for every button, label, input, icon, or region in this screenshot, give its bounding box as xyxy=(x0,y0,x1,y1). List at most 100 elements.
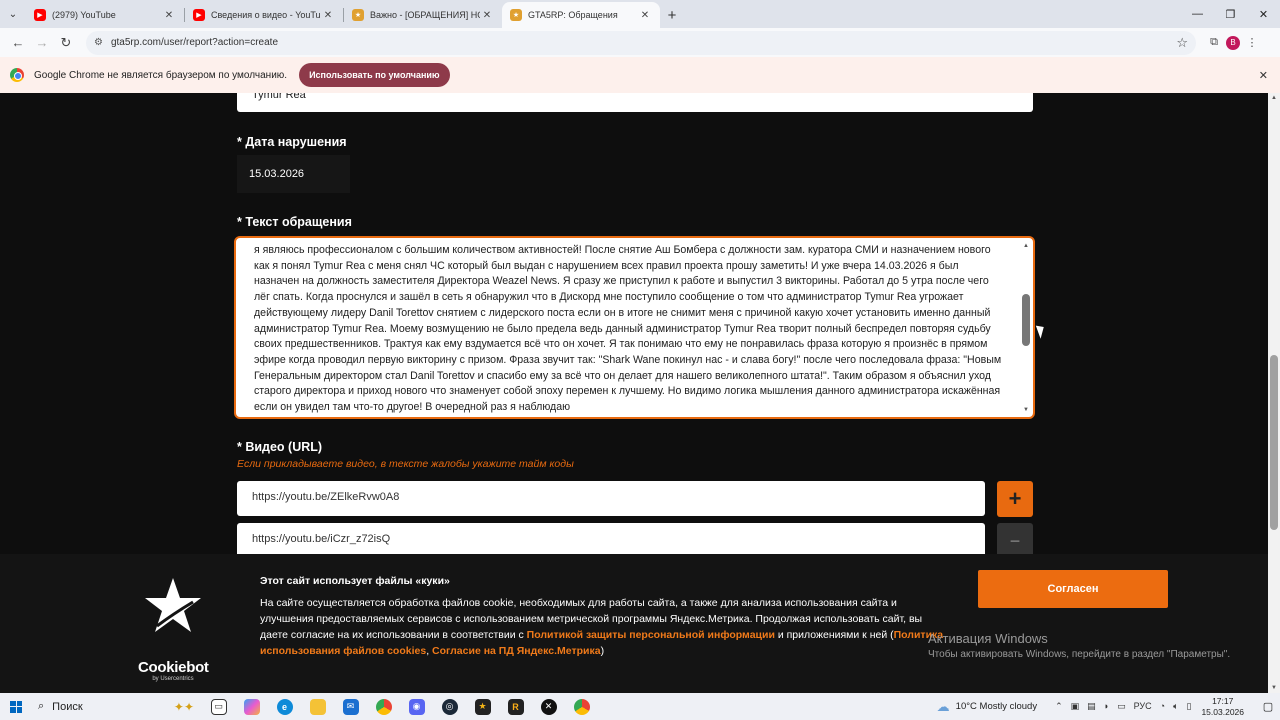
weather-text: 10°C Mostly cloudy xyxy=(955,701,1038,712)
date-label: * Дата нарушения xyxy=(237,135,347,149)
search-label: Поиск xyxy=(52,700,83,713)
chevron-up-icon[interactable]: ⌃ xyxy=(1055,701,1063,712)
star-favicon-icon: ★ xyxy=(510,9,522,21)
scroll-down-icon[interactable]: ▼ xyxy=(1022,406,1030,414)
profile-avatar[interactable]: B xyxy=(1226,35,1240,50)
mouse-cursor-icon xyxy=(1035,323,1048,339)
scroll-down-icon[interactable]: ▼ xyxy=(1268,683,1280,693)
page-scrollbar[interactable]: ▲ ▼ xyxy=(1268,93,1280,693)
discord-button[interactable]: ◉ xyxy=(400,693,433,720)
privacy-policy-link[interactable]: Политикой защиты персональной информации xyxy=(527,629,775,641)
minimize-icon[interactable]: — xyxy=(1181,0,1214,28)
scrollbar-thumb[interactable] xyxy=(1022,294,1030,346)
outlook-button[interactable]: ✉ xyxy=(334,693,367,720)
infobar-message: Google Chrome не является браузером по у… xyxy=(34,69,288,81)
report-text: я являюсь профессионалом с большим колич… xyxy=(254,244,1002,414)
capcut-icon: ✕ xyxy=(540,698,557,715)
language-indicator[interactable]: РУС xyxy=(1134,701,1152,712)
start-button[interactable] xyxy=(0,693,32,720)
cookiebot-name: Cookiebot xyxy=(138,659,209,676)
taskbar-search[interactable]: ⌕ Поиск ✦✦ xyxy=(32,696,202,718)
tab-gta5rp-reports[interactable]: ★ GTA5RP: Обращения ✕ xyxy=(502,2,660,28)
video-url-input[interactable]: https://youtu.be/ZElkeRvw0A8 xyxy=(237,481,985,516)
video-hint: Если прикладываете видео, в тексте жалоб… xyxy=(237,458,574,470)
close-window-icon[interactable]: ✕ xyxy=(1247,0,1280,28)
tray-app-icon[interactable]: ▣ xyxy=(1071,701,1080,712)
close-icon[interactable]: ✕ xyxy=(638,10,652,21)
report-textarea[interactable]: я являюсь профессионалом с большим колич… xyxy=(234,236,1035,419)
network-icon[interactable]: ▤ xyxy=(1087,701,1096,712)
power-icon[interactable]: ▯ xyxy=(1187,701,1192,712)
tab-title: (2979) YouTube xyxy=(52,10,116,20)
edge-button[interactable]: e xyxy=(268,693,301,720)
scrollbar-thumb[interactable] xyxy=(1270,355,1278,530)
explorer-button[interactable] xyxy=(301,693,334,720)
taskbar-clock[interactable]: 17:17 15.03.2026 xyxy=(1201,696,1244,718)
menu-kebab-icon[interactable]: ⋮ xyxy=(1240,31,1264,55)
capcut-button[interactable]: ✕ xyxy=(532,693,565,720)
folder-icon xyxy=(309,698,326,715)
steam-button[interactable]: ◎ xyxy=(433,693,466,720)
chrome-taskbar-button-2[interactable] xyxy=(565,693,598,720)
windows-taskbar: ⌕ Поиск ✦✦ ▭ e ✉ ◉ ◎ ★ R ✕ ☁ 10°C Mostly… xyxy=(0,693,1280,720)
wifi-icon[interactable]: ◔ xyxy=(1160,701,1165,712)
notification-icon[interactable]: ▢ xyxy=(1256,700,1280,713)
close-icon[interactable]: ✕ xyxy=(162,10,176,21)
browser-toolbar: ← → ↻ ⚙ gta5rp.com/user/report?action=cr… xyxy=(0,28,1280,57)
chrome-icon xyxy=(10,68,24,82)
tab-title: Важно - [ОБРАЩЕНИЯ] НОВЫ xyxy=(370,10,480,20)
copilot-button[interactable] xyxy=(235,693,268,720)
tab-forum[interactable]: ★ Важно - [ОБРАЩЕНИЯ] НОВЫ ✕ xyxy=(344,2,502,28)
scroll-up-icon[interactable]: ▲ xyxy=(1268,93,1280,103)
task-view-button[interactable]: ▭ xyxy=(202,693,235,720)
chrome-taskbar-button[interactable] xyxy=(367,693,400,720)
chrome-icon xyxy=(375,698,392,715)
battery-icon[interactable]: ▭ xyxy=(1117,701,1126,712)
reload-icon[interactable]: ↻ xyxy=(54,31,78,55)
scroll-up-icon[interactable]: ▲ xyxy=(1022,242,1030,250)
gta5rp-launcher-button[interactable]: ★ xyxy=(466,693,499,720)
set-default-button[interactable]: Использовать по умолчанию xyxy=(299,63,450,87)
extensions-icon[interactable]: ⧉ xyxy=(1202,31,1226,55)
textarea-scrollbar[interactable]: ▲ ▼ xyxy=(1022,242,1030,414)
tab-youtube-studio[interactable]: ▶ Сведения о видео - YouTube S ✕ xyxy=(185,2,343,28)
cloud-icon: ☁ xyxy=(936,698,950,714)
steam-icon: ◎ xyxy=(441,698,458,715)
default-browser-infobar: Google Chrome не является браузером по у… xyxy=(0,57,1280,93)
rockstar-icon: R xyxy=(507,698,524,715)
restore-icon[interactable]: ❐ xyxy=(1214,0,1247,28)
close-icon[interactable]: ✕ xyxy=(321,10,335,21)
add-video-button[interactable]: + xyxy=(997,481,1033,517)
date-field[interactable]: 15.03.2026 xyxy=(237,155,350,193)
volume-icon[interactable]: ◗ xyxy=(1104,701,1109,712)
search-highlight-icon: ✦✦ xyxy=(173,699,194,714)
tray-icons: ⌃ ▣ ▤ ◗ ▭ РУС ◔ 🔈︎ ▯ xyxy=(1055,701,1191,712)
forward-arrow-icon[interactable]: → xyxy=(30,31,54,55)
cookie-text: На сайте осуществляется обработка файлов… xyxy=(260,597,944,657)
address-bar[interactable]: ⚙ gta5rp.com/user/report?action=create ☆ xyxy=(86,30,1196,55)
bookmark-star-icon[interactable]: ☆ xyxy=(1176,35,1188,51)
site-info-icon[interactable]: ⚙ xyxy=(94,37,103,48)
cookiebot-sub: by Usercentrics xyxy=(152,676,194,682)
tab-search-button[interactable]: ⌄ xyxy=(0,0,26,28)
back-arrow-icon[interactable]: ← xyxy=(6,31,30,55)
chrome-icon xyxy=(573,698,590,715)
metrika-consent-link[interactable]: Согласие на ПД Яндекс.Метрика xyxy=(432,645,601,657)
edge-icon: e xyxy=(276,698,293,715)
tab-youtube[interactable]: ▶ (2979) YouTube ✕ xyxy=(26,2,184,28)
mail-icon: ✉ xyxy=(342,698,359,715)
text-label: * Текст обращения xyxy=(237,215,352,229)
accept-cookies-button[interactable]: Согласен xyxy=(978,570,1168,608)
tab-strip: ⌄ ▶ (2979) YouTube ✕ ▶ Сведения о видео … xyxy=(0,0,1280,28)
tab-title: Сведения о видео - YouTube S xyxy=(211,10,321,20)
video-url-input[interactable]: https://youtu.be/iCzr_z72isQ xyxy=(237,523,985,558)
new-tab-button[interactable]: + xyxy=(660,2,684,28)
offender-field[interactable]: Tymur Rea xyxy=(237,93,1033,112)
speaker-icon[interactable]: 🔈︎ xyxy=(1173,701,1178,712)
weather-widget[interactable]: ☁ 10°C Mostly cloudy xyxy=(937,699,1037,715)
rockstar-button[interactable]: R xyxy=(499,693,532,720)
search-icon: ⌕ xyxy=(38,700,45,712)
close-icon[interactable]: ✕ xyxy=(480,10,494,21)
close-icon[interactable]: ✕ xyxy=(1259,69,1268,82)
url-text: gta5rp.com/user/report?action=create xyxy=(110,37,279,48)
